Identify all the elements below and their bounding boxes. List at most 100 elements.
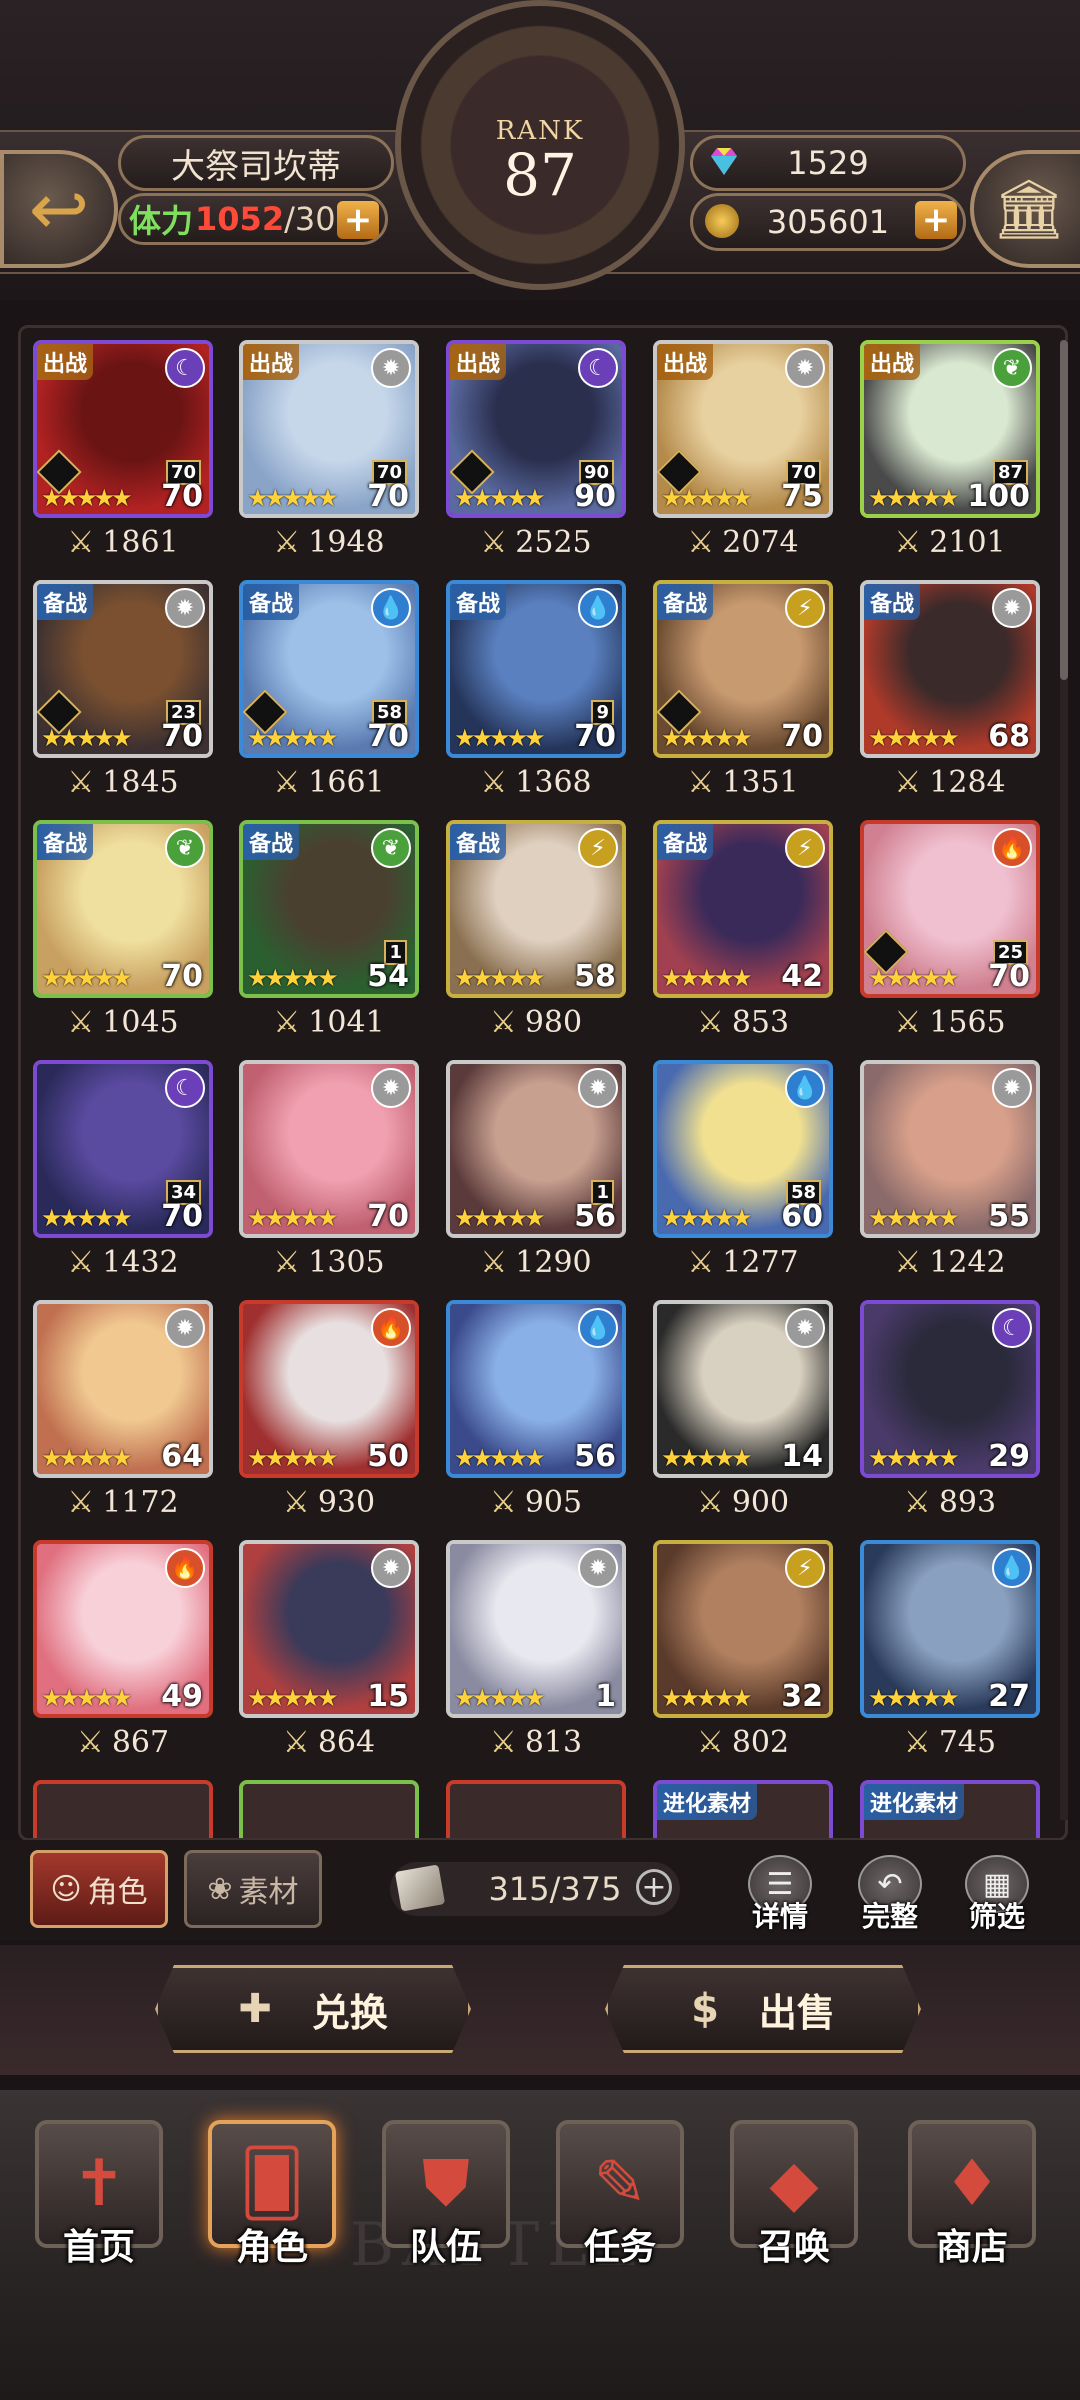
star-rating: ★★★★★ <box>247 1684 339 1712</box>
character-card[interactable]: ☾ ★★★★★ 29 <box>860 1300 1040 1478</box>
water-element-icon: 💧 <box>578 1308 618 1348</box>
combat-power-value: 900 <box>731 1484 790 1520</box>
back-button[interactable]: ↩ <box>0 150 118 268</box>
character-card[interactable]: 出战 ☾ 90 ★★★★★ 90 <box>446 340 626 518</box>
character-card[interactable]: 备战 💧 9 ★★★★★ 70 <box>446 580 626 758</box>
character-card[interactable]: 备战 ✹ 23 ★★★★★ 70 <box>33 580 213 758</box>
combat-power: ⚔ 867 <box>33 1722 213 1762</box>
cards-icon <box>394 1864 446 1912</box>
sword-icon: ⚔ <box>687 1244 715 1280</box>
character-card[interactable]: ✹ ★★★★★ 1 <box>446 1540 626 1718</box>
character-card[interactable]: ⚡ ★★★★★ 32 <box>653 1540 833 1718</box>
light-element-icon: ✹ <box>992 1068 1032 1108</box>
dark-element-icon: ☾ <box>992 1308 1032 1348</box>
scrollbar-thumb[interactable] <box>1060 340 1068 680</box>
nav-shop[interactable]: ♦ 商店 <box>908 2120 1036 2290</box>
thunder-element-icon: ⚡ <box>785 828 825 868</box>
light-element-icon: ✹ <box>785 348 825 388</box>
nav-summon[interactable]: ◆ 召唤 <box>730 2120 858 2290</box>
character-card[interactable]: 💧 58 ★★★★★ 60 <box>653 1060 833 1238</box>
nav-shop-label: 商店 <box>935 2227 1008 2268</box>
sword-icon: ⚔ <box>67 1004 95 1040</box>
character-card[interactable]: 备战 ⚡ ★★★★★ 58 <box>446 820 626 998</box>
combat-power: ⚔ 1351 <box>653 762 833 802</box>
combat-power: ⚔ 1242 <box>860 1242 1040 1282</box>
sell-button[interactable]: $ 出售 <box>605 1965 921 2053</box>
star-rating: ★★★★★ <box>868 724 960 752</box>
tab-materials[interactable]: ❀ 素材 <box>184 1850 322 1928</box>
character-card[interactable]: 💧 ★★★★★ 27 <box>860 1540 1040 1718</box>
character-card[interactable]: ✹ 1 ★★★★★ 56 <box>446 1060 626 1238</box>
deploy-status-tag: 备战 <box>450 824 507 860</box>
star-rating: ★★★★★ <box>868 484 960 512</box>
combat-power-value: 1290 <box>515 1244 592 1280</box>
star-rating: ★★★★★ <box>868 1444 960 1472</box>
stamina-label: 体力 <box>129 202 194 240</box>
water-element-icon: 💧 <box>578 588 618 628</box>
character-card[interactable]: 🔥 25 ★★★★★ 70 <box>860 820 1040 998</box>
character-card-partial[interactable] <box>239 1780 419 1838</box>
gold-count: 305601 <box>766 203 890 241</box>
character-card-partial[interactable]: 进化素材 <box>653 1780 833 1838</box>
tab-characters[interactable]: ☺ 角色 <box>30 1850 168 1928</box>
character-level: 14 <box>781 1439 823 1474</box>
add-gold-button[interactable]: + <box>915 200 957 240</box>
expand-capacity-button[interactable]: + <box>636 1869 672 1905</box>
character-card[interactable]: ✹ ★★★★★ 64 <box>33 1300 213 1478</box>
star-rating: ★★★★★ <box>41 724 133 752</box>
nav-role-label: 角色 <box>235 2227 308 2268</box>
nav-role[interactable]: 🂠 角色 <box>208 2120 336 2290</box>
combat-power-value: 1661 <box>308 764 385 800</box>
nav-team[interactable]: ⛊ 队伍 <box>382 2120 510 2290</box>
character-card[interactable]: 出战 ✹ 70 ★★★★★ 75 <box>653 340 833 518</box>
complete-button[interactable]: ↶ 完整 <box>855 1855 925 1935</box>
character-card[interactable]: 🔥 ★★★★★ 49 <box>33 1540 213 1718</box>
character-card-partial[interactable]: 进化素材 <box>860 1780 1040 1838</box>
character-level: 64 <box>161 1439 203 1474</box>
character-card-partial[interactable] <box>33 1780 213 1838</box>
character-card[interactable]: 备战 ❦ ★★★★★ 70 <box>33 820 213 998</box>
rank-value: 87 <box>503 141 577 209</box>
character-card[interactable]: 备战 💧 58 ★★★★★ 70 <box>239 580 419 758</box>
character-card-partial[interactable] <box>446 1780 626 1838</box>
character-card[interactable]: ✹ ★★★★★ 14 <box>653 1300 833 1478</box>
combat-power-value: 1045 <box>102 1004 179 1040</box>
museum-button[interactable]: 🏛 <box>970 150 1080 268</box>
sword-icon: ⚔ <box>67 1484 95 1520</box>
character-card[interactable]: 🔥 ★★★★★ 50 <box>239 1300 419 1478</box>
add-stamina-button[interactable]: + <box>337 200 379 240</box>
filter-button[interactable]: ▦ 筛选 <box>962 1855 1032 1935</box>
character-level: 60 <box>781 1199 823 1234</box>
nav-quest[interactable]: ✎ 任务 <box>556 2120 684 2290</box>
character-card[interactable]: 出战 ✹ 70 ★★★★★ 70 <box>239 340 419 518</box>
grid-scrollbar[interactable] <box>1060 340 1068 1820</box>
light-element-icon: ✹ <box>371 348 411 388</box>
puzzle-piece-icon: ✚ <box>238 1986 272 2032</box>
character-card[interactable]: 备战 ⚡ ★★★★★ 42 <box>653 820 833 998</box>
character-card[interactable]: ✹ ★★★★★ 70 <box>239 1060 419 1238</box>
character-card[interactable]: ✹ ★★★★★ 15 <box>239 1540 419 1718</box>
star-rating: ★★★★★ <box>868 1684 960 1712</box>
character-card[interactable]: 出战 ❦ 87 ★★★★★ 100 <box>860 340 1040 518</box>
details-button[interactable]: ☰ 详情 <box>745 1855 815 1935</box>
nav-home[interactable]: ✝ 首页 <box>35 2120 163 2290</box>
character-card[interactable]: ✹ ★★★★★ 55 <box>860 1060 1040 1238</box>
combat-power-value: 893 <box>938 1484 997 1520</box>
stamina-separator: / <box>284 200 295 238</box>
character-card[interactable]: 💧 ★★★★★ 56 <box>446 1300 626 1478</box>
sword-icon: ⚔ <box>696 1724 724 1760</box>
character-level: 54 <box>367 959 409 994</box>
character-card[interactable]: 备战 ⚡ ★★★★★ 70 <box>653 580 833 758</box>
exchange-button[interactable]: ✚ 兑换 <box>155 1965 471 2053</box>
sword-icon: ⚔ <box>67 764 95 800</box>
thunder-element-icon: ⚡ <box>578 828 618 868</box>
character-card[interactable]: 出战 ☾ 70 ★★★★★ 70 <box>33 340 213 518</box>
deploy-status-tag: 出战 <box>864 344 921 380</box>
character-level: 70 <box>161 719 203 754</box>
sword-icon: ⚔ <box>894 524 922 560</box>
character-card[interactable]: 备战 ❦ 1 ★★★★★ 54 <box>239 820 419 998</box>
character-card[interactable]: ☾ 34 ★★★★★ 70 <box>33 1060 213 1238</box>
character-level: 56 <box>574 1199 616 1234</box>
combat-power: ⚔ 853 <box>653 1002 833 1042</box>
character-card[interactable]: 备战 ✹ ★★★★★ 68 <box>860 580 1040 758</box>
